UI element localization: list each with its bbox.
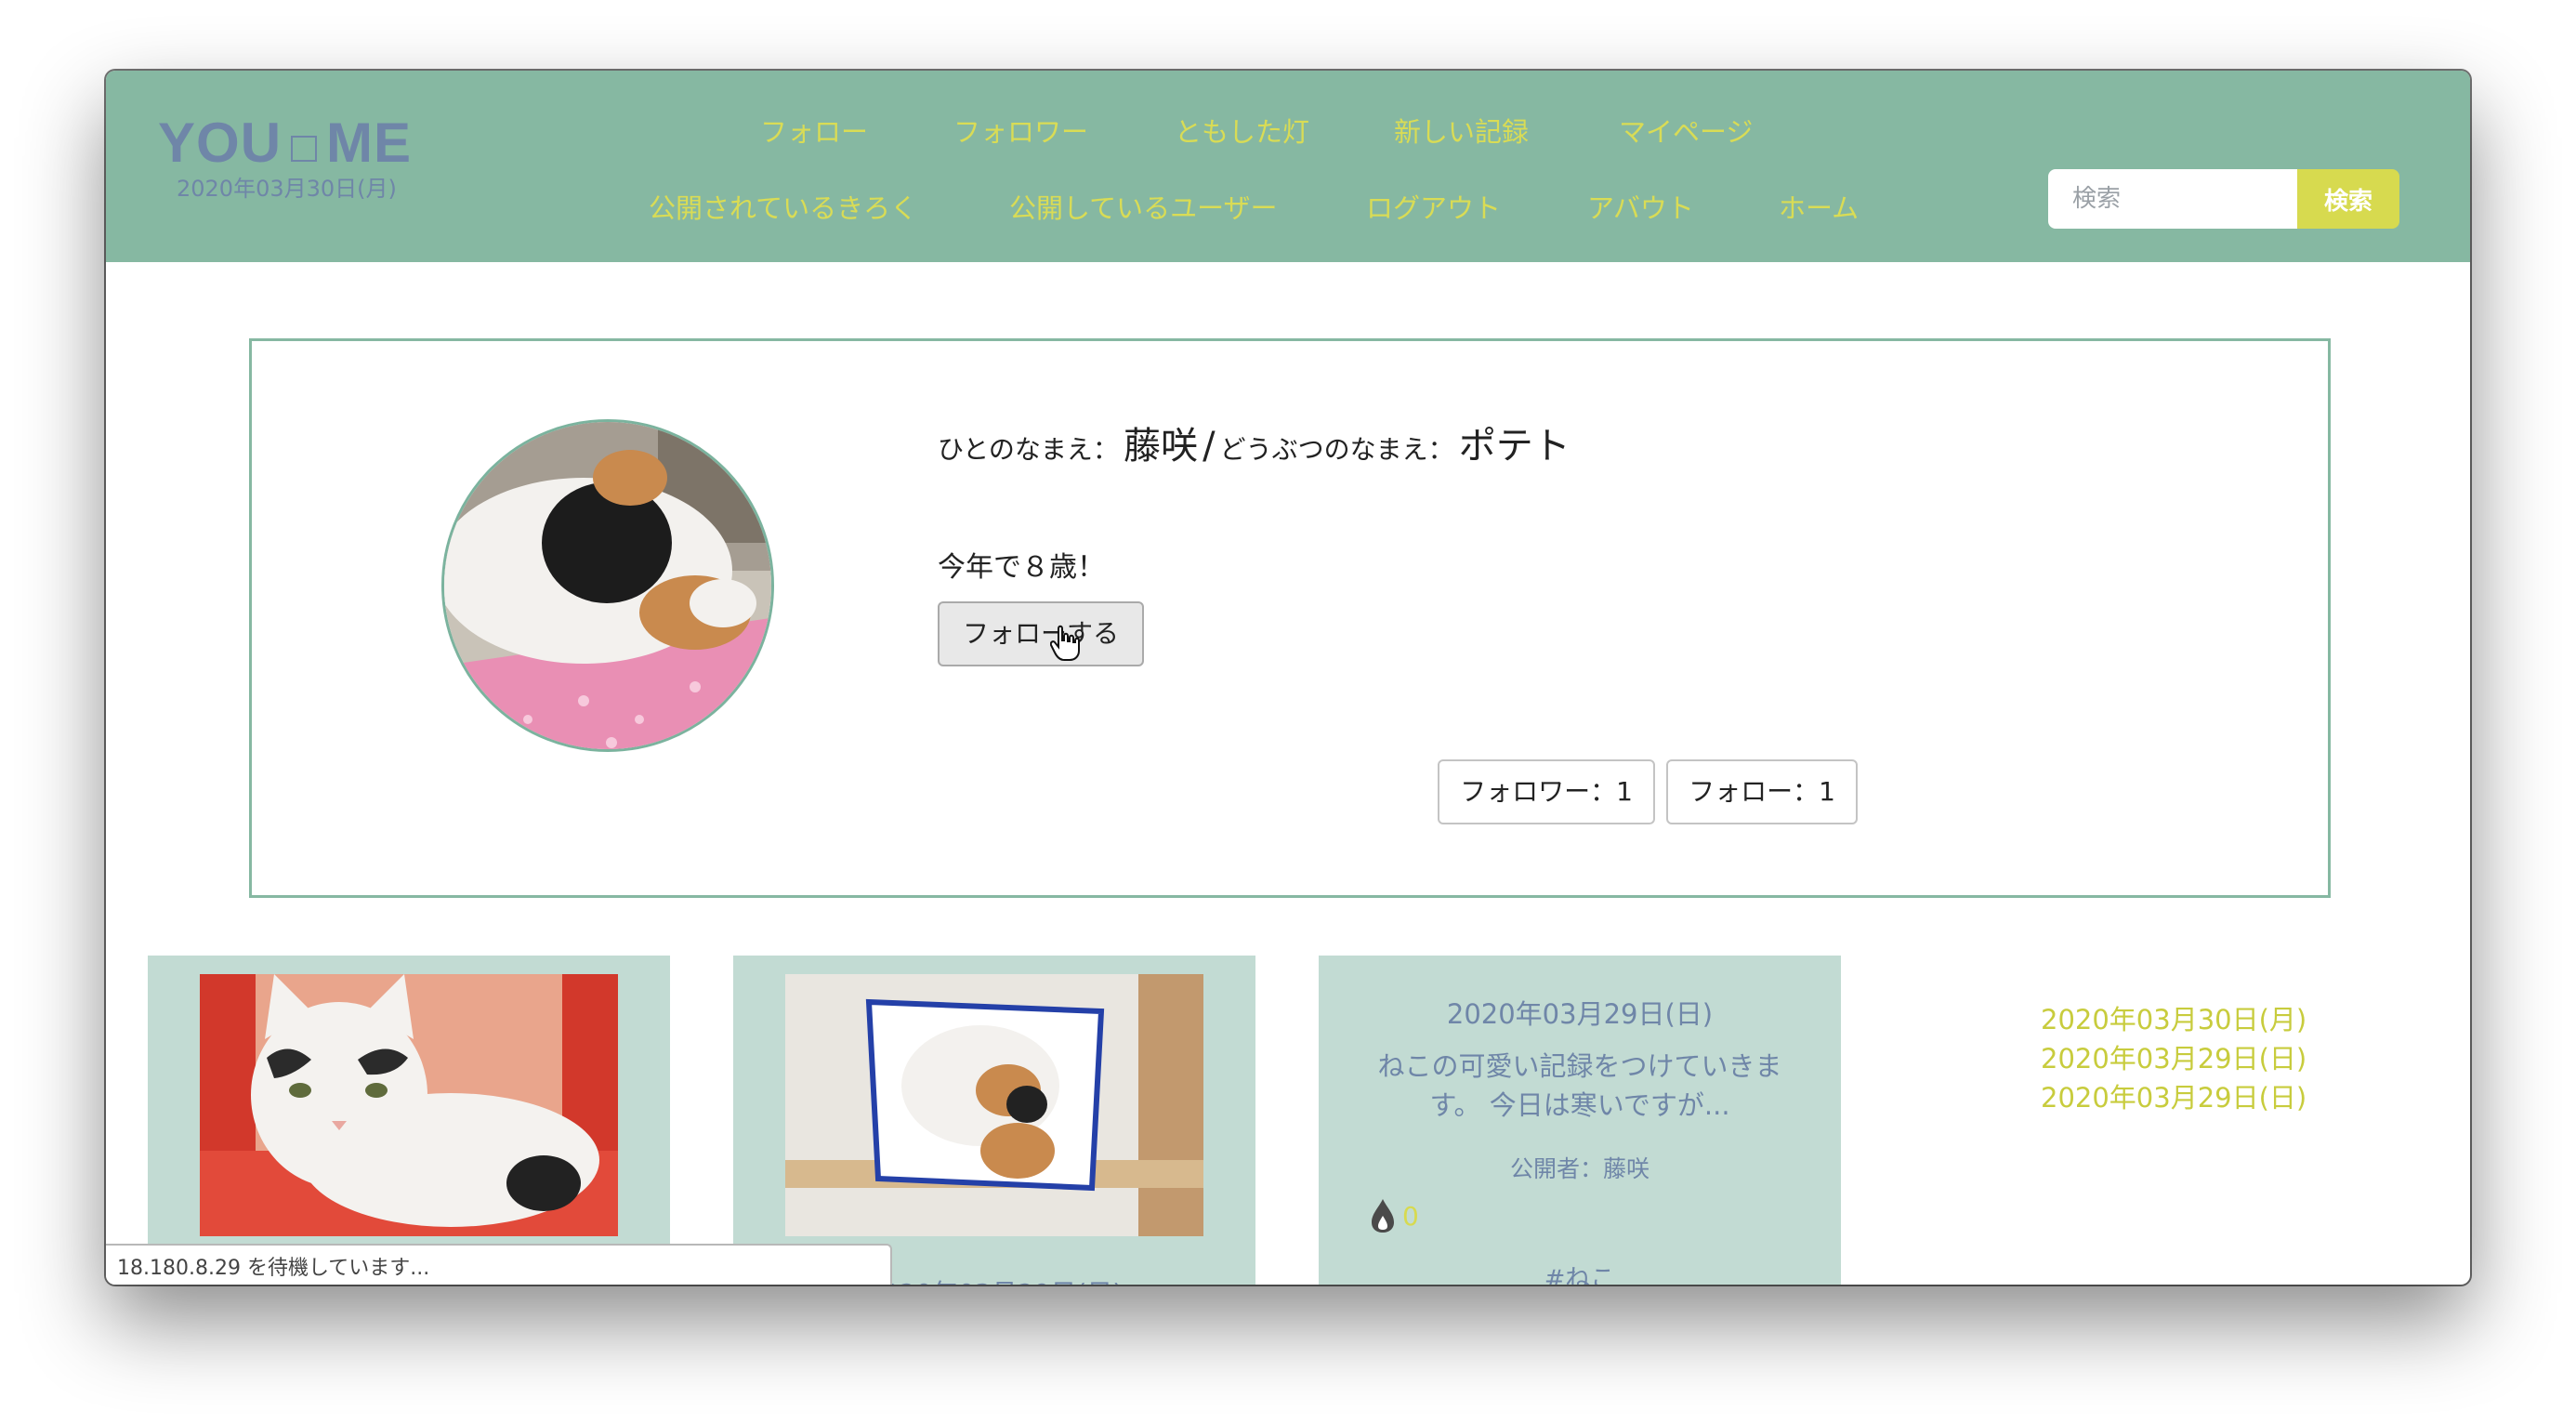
profile-card: ひとのなまえ： 藤咲 / どうぶつのなまえ： ポテト 今年で８歳！ フォローする…	[249, 338, 2331, 898]
record-tag[interactable]: #ねこ	[1319, 1259, 1841, 1285]
like-count: 0	[1402, 1200, 1419, 1232]
animal-name: ポテト	[1458, 425, 1571, 468]
follow-button[interactable]: フォローする	[938, 601, 1144, 666]
flame-icon[interactable]	[1369, 1197, 1397, 1234]
nav-public-users[interactable]: 公開しているユーザー	[1009, 191, 1278, 225]
site-logo[interactable]: YOU ME	[158, 113, 412, 173]
hand-cursor-icon	[1050, 625, 1080, 661]
following-count-button[interactable]: フォロー：1	[1666, 759, 1858, 824]
human-name: 藤咲	[1123, 425, 1198, 468]
logo-text-me: ME	[326, 112, 413, 174]
like-group[interactable]: 0	[1369, 1197, 1419, 1234]
record-publisher: 公開者：藤咲	[1509, 1155, 1649, 1182]
search-button[interactable]: 検索	[2297, 169, 2399, 229]
nav-follow[interactable]: フォロー	[760, 115, 868, 149]
archive-date-link[interactable]: 2020年03月30日(月)	[2041, 1000, 2307, 1039]
archive-date-list: 2020年03月30日(月) 2020年03月29日(日) 2020年03月29…	[2041, 1000, 2307, 1117]
nav-logout[interactable]: ログアウト	[1366, 191, 1501, 225]
browser-window: YOU ME 2020年03月30日(月) フォロー フォロワー ともした灯 新し…	[106, 71, 2470, 1285]
nav-about[interactable]: アバウト	[1587, 191, 1694, 225]
profile-bio: 今年で８歳！	[938, 551, 1105, 584]
record-text: ねこの可愛い記録をつけていきます。 今日は寒いですが...	[1377, 1050, 1782, 1121]
name-separator: /	[1203, 425, 1216, 468]
profile-name-line: ひとのなまえ： 藤咲 / どうぶつのなまえ： ポテト	[938, 415, 1571, 469]
human-name-label: ひとのなまえ：	[938, 434, 1119, 465]
nav-home[interactable]: ホーム	[1779, 191, 1859, 225]
followers-count-button[interactable]: フォロワー：1	[1438, 759, 1655, 824]
browser-status-bar: 18.180.8.29 を待機しています...	[106, 1244, 892, 1285]
nav-new-record[interactable]: 新しい記録	[1394, 115, 1529, 149]
archive-date-link[interactable]: 2020年03月29日(日)	[2041, 1039, 2307, 1078]
header-date: 2020年03月30日(月)	[177, 176, 397, 202]
nav-mypage[interactable]: マイページ	[1619, 115, 1753, 149]
site-header: YOU ME 2020年03月30日(月) フォロー フォロワー ともした灯 新し…	[106, 71, 2470, 262]
avatar	[441, 419, 774, 752]
search-input[interactable]	[2048, 169, 2297, 229]
cat-avatar-image	[444, 422, 771, 749]
cat-in-box-image	[785, 974, 1203, 1236]
nav-lit-lights[interactable]: ともした灯	[1175, 115, 1309, 149]
record-card[interactable]: 2020年03月29日(日)	[733, 956, 1255, 1285]
record-date: 2020年03月29日(日)	[1446, 998, 1714, 1030]
logo-text-you: YOU	[158, 112, 283, 174]
record-photo[interactable]	[200, 974, 618, 1236]
cat-in-bed-image	[200, 974, 618, 1236]
nav-followers[interactable]: フォロワー	[953, 115, 1088, 149]
nav-public-records[interactable]: 公開されているきろく	[649, 191, 917, 225]
logo-box-icon	[291, 136, 318, 162]
record-card[interactable]: 2020年03月29日(日) ねこの可愛い記録をつけていきます。 今日は寒いです…	[1319, 956, 1841, 1285]
archive-date-link[interactable]: 2020年03月29日(日)	[2041, 1078, 2307, 1117]
record-photo[interactable]	[785, 974, 1203, 1236]
record-card[interactable]	[148, 956, 670, 1285]
animal-name-label: どうぶつのなまえ：	[1219, 434, 1454, 465]
